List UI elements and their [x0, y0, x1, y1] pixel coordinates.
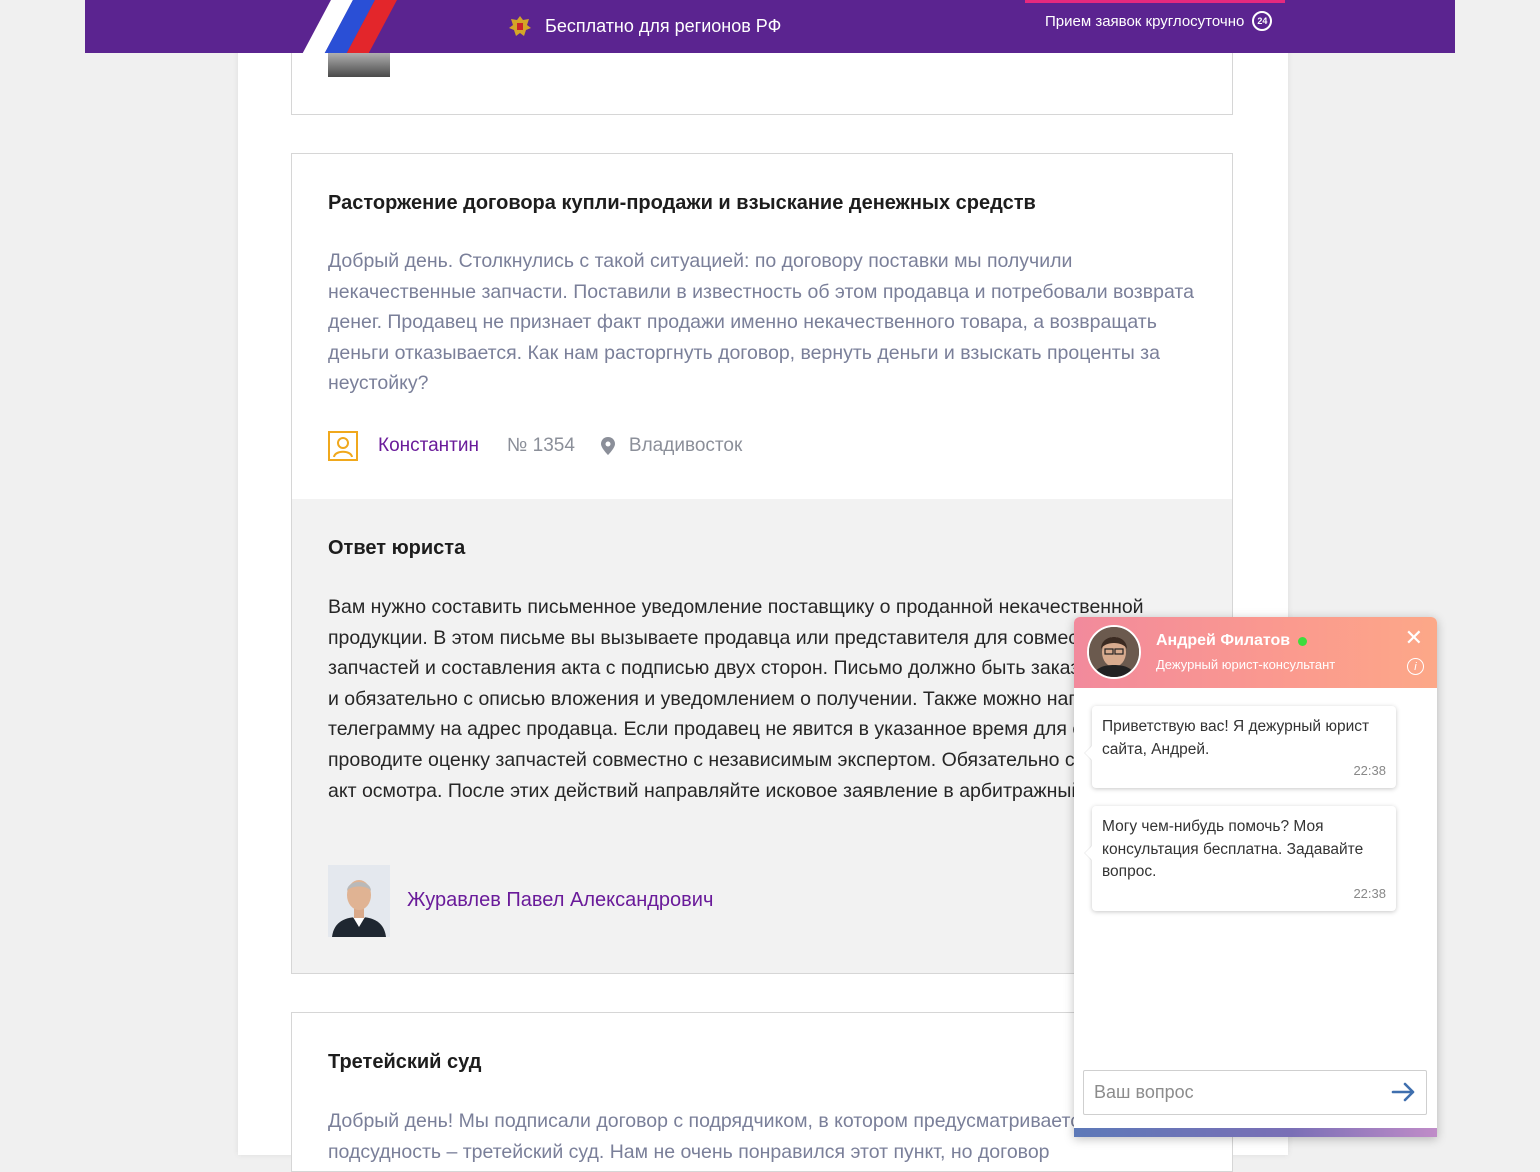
free-for-regions: Бесплатно для регионов РФ	[507, 13, 781, 39]
chat-widget: Андрей Филатов Дежурный юрист-консультан…	[1074, 617, 1437, 1137]
chat-bottom-bar	[1074, 1128, 1437, 1137]
chat-message: Могу чем-нибудь помочь? Моя консультация…	[1092, 806, 1396, 911]
top-banner: Бесплатно для регионов РФ Прием заявок к…	[85, 0, 1455, 53]
chat-question-input[interactable]	[1083, 1070, 1427, 1115]
lawyer-name[interactable]: Журавлев Павел Александрович	[407, 889, 713, 912]
consultant-name: Андрей Филатов	[1156, 632, 1308, 650]
next-question-title[interactable]: Третейский суд	[328, 1051, 481, 1074]
question-author[interactable]: Константин	[378, 435, 479, 457]
user-icon	[328, 431, 358, 461]
russian-emblem-icon	[509, 16, 531, 36]
question-body: Добрый день. Столкнулись с такой ситуаци…	[328, 250, 1194, 395]
close-icon[interactable]: ✕	[1405, 627, 1423, 649]
chat-header: Андрей Филатов Дежурный юрист-консультан…	[1074, 617, 1437, 688]
hours-info: Прием заявок круглосуточно 24	[1045, 11, 1273, 31]
message-text: Приветствую вас! Я дежурный юрист сайта,…	[1102, 718, 1370, 758]
info-icon[interactable]: i	[1407, 658, 1424, 675]
message-time: 22:38	[1353, 763, 1386, 778]
free-text: Бесплатно для регионов РФ	[545, 15, 782, 36]
russian-flag-graphic	[275, 0, 455, 53]
question-meta: Константин № 1354 Владивосток	[328, 428, 742, 464]
message-time: 22:38	[1353, 885, 1386, 901]
consultant-name-text: Андрей Филатов	[1156, 632, 1291, 649]
location-pin-icon	[600, 437, 615, 455]
lawyer-photo	[328, 865, 390, 937]
hours-text: Прием заявок круглосуточно	[1045, 12, 1245, 30]
answer-title: Ответ юриста	[328, 537, 466, 559]
consultant-role: Дежурный юрист-консультант	[1156, 657, 1336, 672]
chat-message: Приветствую вас! Я дежурный юрист сайта,…	[1092, 706, 1396, 788]
question-city: Владивосток	[628, 435, 743, 456]
consultant-avatar	[1087, 625, 1141, 679]
question-number: № 1354	[506, 435, 575, 456]
question-title[interactable]: Расторжение договора купли-продажи и взы…	[328, 192, 1036, 215]
24-hours-icon: 24	[1252, 11, 1273, 31]
online-status-icon	[1298, 636, 1308, 646]
message-text: Могу чем-нибудь помочь? Моя консультация…	[1102, 818, 1364, 880]
send-arrow-icon[interactable]	[1391, 1081, 1417, 1103]
accent-strip	[1025, 0, 1285, 3]
